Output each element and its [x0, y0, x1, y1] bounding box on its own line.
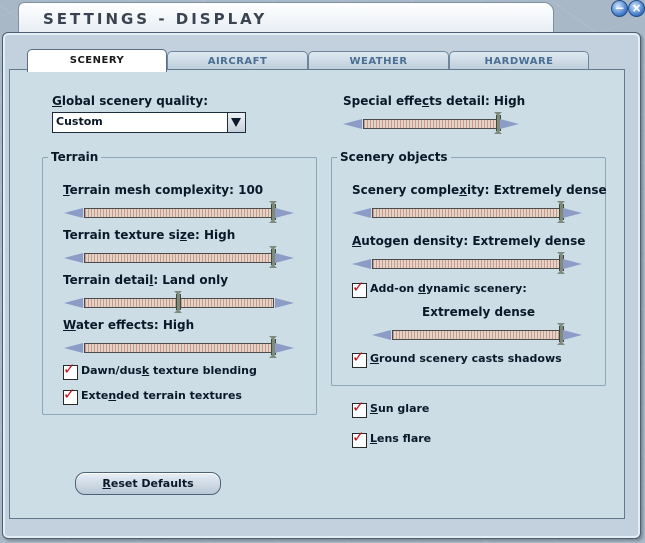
addon-scenery-label: Add-on dynamic scenery:: [370, 282, 527, 295]
ground-shadows-label: Ground scenery casts shadows: [370, 352, 562, 365]
special-effects-label: Special effects detail: High: [343, 94, 526, 108]
sun-glare-checkbox[interactable]: ✓: [352, 398, 367, 418]
slider-track[interactable]: [372, 259, 562, 269]
slider-track[interactable]: [84, 343, 274, 353]
scenery-objects-group-title: Scenery objects: [337, 150, 451, 164]
slider-decrease-icon[interactable]: [64, 253, 83, 263]
extended-textures-checkbox[interactable]: ✓: [63, 385, 78, 405]
lens-flare-checkbox[interactable]: ✓: [352, 428, 367, 448]
minimize-button[interactable]: −: [611, 0, 628, 17]
check-icon: ✓: [63, 385, 76, 403]
dropdown-arrow-icon[interactable]: [227, 113, 245, 132]
tab-hardware-label: HARDWARE: [484, 56, 554, 67]
dawn-dusk-checkbox[interactable]: ✓: [63, 360, 78, 380]
autogen-density-slider[interactable]: [352, 252, 582, 274]
terrain-detail-slider[interactable]: [64, 291, 294, 313]
tab-scenery[interactable]: SCENERY: [27, 49, 167, 72]
slider-decrease-icon[interactable]: [352, 208, 371, 218]
slider-increase-icon[interactable]: [275, 253, 294, 263]
terrain-mesh-slider[interactable]: [64, 201, 294, 223]
global-quality-label: Global scenery quality:: [52, 94, 209, 108]
scenery-complexity-label: Scenery complexity: Extremely dense: [352, 183, 607, 197]
slider-track[interactable]: [363, 119, 499, 129]
water-effects-label: Water effects: High: [63, 318, 195, 332]
ground-shadows-checkbox[interactable]: ✓: [352, 348, 367, 368]
slider-increase-icon[interactable]: [500, 119, 519, 129]
slider-track[interactable]: [392, 330, 562, 340]
slider-decrease-icon[interactable]: [372, 330, 391, 340]
slider-track[interactable]: [372, 208, 562, 218]
check-icon: ✓: [352, 278, 365, 296]
slider-increase-icon[interactable]: [275, 343, 294, 353]
slider-increase-icon[interactable]: [275, 298, 294, 308]
reset-defaults-button[interactable]: Reset Defaults: [75, 472, 221, 495]
dawn-dusk-label: Dawn/dusk texture blending: [81, 364, 257, 377]
window-title: SETTINGS - DISPLAY: [43, 10, 268, 28]
slider-track[interactable]: [84, 253, 274, 263]
slider-track[interactable]: [84, 208, 274, 218]
tab-weather-label: WEATHER: [349, 56, 408, 67]
check-icon: ✓: [352, 398, 365, 416]
check-icon: ✓: [63, 360, 76, 378]
terrain-group-title: Terrain: [48, 150, 102, 164]
global-quality-value: Custom: [56, 115, 103, 128]
terrain-detail-label: Terrain detail: Land only: [63, 273, 229, 287]
slider-decrease-icon[interactable]: [64, 208, 83, 218]
slider-increase-icon[interactable]: [563, 259, 582, 269]
terrain-mesh-label: Terrain mesh complexity: 100: [63, 183, 264, 197]
close-button[interactable]: ×: [628, 0, 645, 17]
slider-increase-icon[interactable]: [275, 208, 294, 218]
slider-decrease-icon[interactable]: [352, 259, 371, 269]
lens-flare-label: Lens flare: [370, 432, 432, 445]
water-effects-slider[interactable]: [64, 336, 294, 358]
slider-thumb[interactable]: [174, 291, 182, 313]
check-icon: ✓: [352, 428, 365, 446]
autogen-density-label: Autogen density: Extremely dense: [352, 234, 586, 248]
slider-increase-icon[interactable]: [563, 330, 582, 340]
slider-decrease-icon[interactable]: [343, 119, 362, 129]
slider-decrease-icon[interactable]: [64, 298, 83, 308]
extended-textures-label: Extended terrain textures: [81, 389, 242, 402]
check-icon: ✓: [352, 348, 365, 366]
addon-scenery-value: Extremely dense: [422, 305, 536, 319]
terrain-texture-label: Terrain texture size: High: [63, 228, 236, 242]
slider-decrease-icon[interactable]: [64, 343, 83, 353]
tab-scenery-label: SCENERY: [69, 55, 125, 66]
addon-scenery-slider[interactable]: [372, 323, 582, 345]
addon-scenery-checkbox[interactable]: ✓: [352, 278, 367, 298]
tab-aircraft-label: AIRCRAFT: [207, 56, 268, 67]
special-effects-slider[interactable]: [343, 112, 519, 134]
slider-increase-icon[interactable]: [563, 208, 582, 218]
global-quality-dropdown[interactable]: Custom: [52, 112, 246, 133]
terrain-texture-slider[interactable]: [64, 246, 294, 268]
sun-glare-label: Sun glare: [370, 402, 430, 415]
close-icon: ×: [631, 1, 642, 15]
minimize-icon: −: [614, 1, 625, 15]
scenery-complexity-slider[interactable]: [352, 201, 582, 223]
